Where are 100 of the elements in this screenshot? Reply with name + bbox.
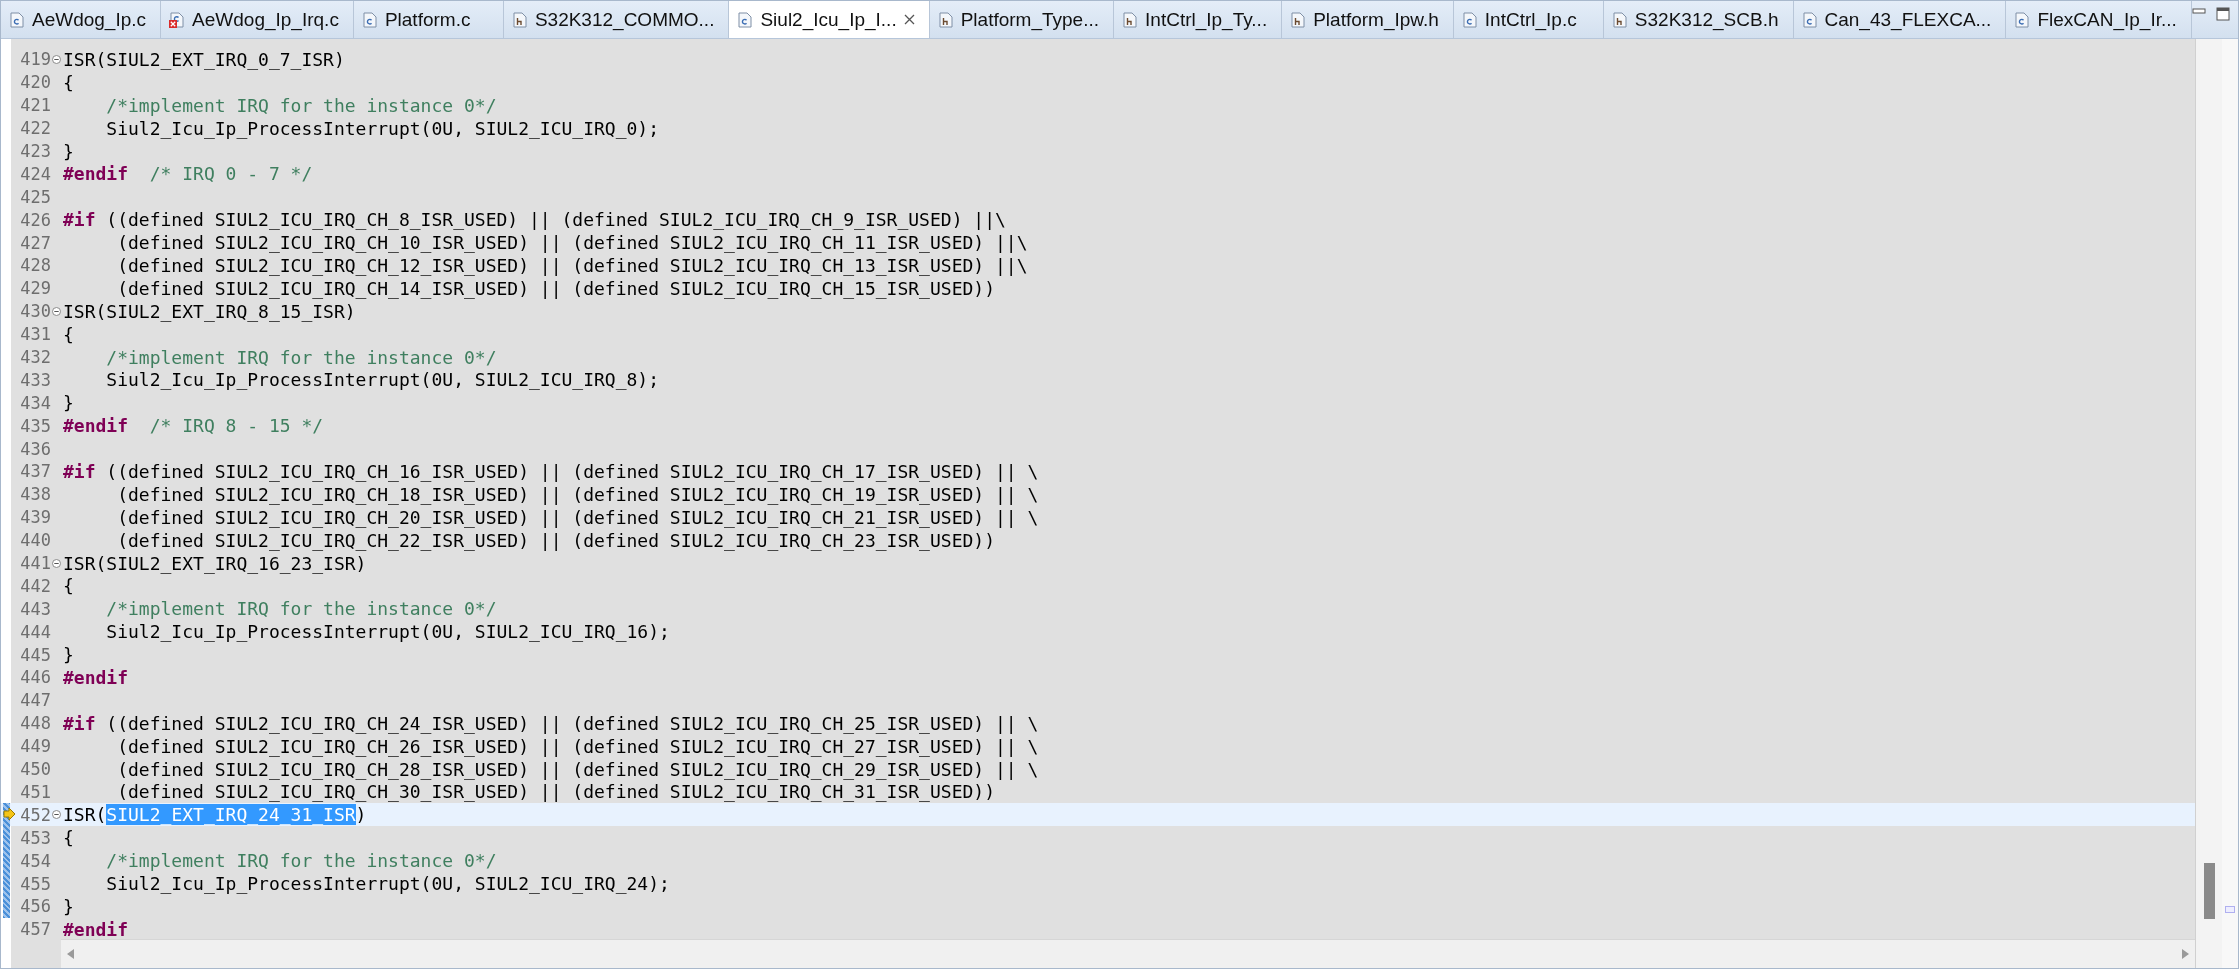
code-line: /*implement IRQ for the instance 0*/ [105,598,497,620]
c-file-icon [2014,11,2031,28]
line-number: 453 [19,827,51,848]
code-line: (defined SIUL2_ICU_IRQ_CH_30_ISR_USED) || (defined SIUL2_ICU_IRQ_CH_31_ISR_USED)) [116,781,995,803]
line-number: 429 [19,278,51,299]
line-number: 450 [19,759,51,780]
header-file-icon [511,11,528,28]
code-line: (defined SIUL2_ICU_IRQ_CH_26_ISR_USED) || (defined SIUL2_ICU_IRQ_CH_27_ISR_USED) || \ [116,735,1039,757]
editor-tab[interactable]: AeWdog_Ip_Irq.c [161,1,354,38]
line-number: 449 [19,736,51,757]
line-number: 432 [19,347,51,367]
line-number: 448 [19,713,51,734]
line-number: 456 [19,896,51,917]
code-line: (defined SIUL2_ICU_IRQ_CH_12_ISR_USED) || (defined SIUL2_ICU_IRQ_CH_13_ISR_USED) ||\ [116,254,1028,276]
c-file-icon [1461,11,1478,28]
minimize-icon[interactable] [2191,7,2206,17]
maximize-icon[interactable] [2215,7,2230,21]
close-icon[interactable] [903,14,915,25]
code-line: Siul2_Icu_Ip_ProcessInterrupt(0U, SIUL2_ICU_IRQ_16); [105,621,670,643]
c-file-icon [9,11,25,28]
c-file-icon [737,11,754,28]
code-line: (defined SIUL2_ICU_IRQ_CH_28_ISR_USED) || (defined SIUL2_ICU_IRQ_CH_29_ISR_USED) || \ [116,758,1039,780]
line-number: 457 [19,919,51,939]
line-number: 421 [19,95,51,116]
line-number: 434 [19,392,51,413]
line-number: 451 [19,781,51,802]
code-line: Siul2_Icu_Ip_ProcessInterrupt(0U, SIUL2_ICU_IRQ_24); [105,873,670,894]
code-line: (defined SIUL2_ICU_IRQ_CH_20_ISR_USED) || (defined SIUL2_ICU_IRQ_CH_21_ISR_USED) || \ [116,506,1039,528]
editor-tab[interactable]: S32K312_SCB.h [1603,1,1794,38]
line-number: 423 [19,141,51,161]
c-file-icon [1801,11,1818,28]
code-line: (defined SIUL2_ICU_IRQ_CH_10_ISR_USED) || (defined SIUL2_ICU_IRQ_CH_11_ISR_USED) ||\ [116,232,1028,254]
line-number: 445 [19,644,51,665]
collapse-icon[interactable] [51,810,61,820]
editor-tab[interactable]: Can_43_FLEXCA... [1793,1,2007,38]
code-line: #endif /* IRQ 0 - 7 */ [62,163,313,185]
line-number: 447 [19,690,51,711]
line-number: 441 [19,553,51,574]
code-line: (defined SIUL2_ICU_IRQ_CH_18_ISR_USED) || (defined SIUL2_ICU_IRQ_CH_19_ISR_USED) || \ [116,483,1039,505]
line-number: 452 [19,804,51,825]
editor-tab[interactable]: IntCtrl_Ip_Ty... [1114,1,1283,38]
header-file-icon [1611,11,1628,28]
code-line: (defined SIUL2_ICU_IRQ_CH_14_ISR_USED) || (defined SIUL2_ICU_IRQ_CH_15_ISR_USED)) [116,277,995,299]
line-number: 454 [19,850,51,871]
line-number: 433 [19,369,51,390]
editor-tab[interactable]: Platform_Ipw.h [1282,1,1454,38]
code-line: Siul2_Icu_Ip_ProcessInterrupt(0U, SIUL2_ICU_IRQ_8); [105,369,660,391]
code-line: /*implement IRQ for the instance 0*/ [105,346,497,368]
collapse-icon[interactable] [51,54,61,64]
line-number: 436 [19,438,51,459]
line-number: 438 [19,484,51,505]
line-number: 422 [19,118,51,139]
line-number: 455 [19,873,51,894]
line-number: 444 [19,621,51,642]
editor-tab[interactable]: FlexCAN_Ip_Ir... [2006,1,2192,38]
line-number: 440 [19,530,51,551]
collapse-icon[interactable] [51,558,61,568]
code-line: ISR(SIUL2_EXT_IRQ_8_15_ISR) [62,300,356,322]
line-number: 424 [19,163,51,184]
line-number: 427 [19,232,51,253]
editor-tab[interactable]: AeWdog_Ip.c [1,1,162,38]
editor-tab[interactable]: Siul2_Icu_Ip_I... [729,1,930,38]
line-number: 437 [19,461,51,482]
line-number: 430 [19,301,51,322]
line-number: 426 [19,209,51,230]
line-number: 420 [19,72,51,93]
code-line: #endif [62,918,129,939]
code-line: } [62,140,74,162]
editor-tab[interactable]: IntCtrl_Ip.c [1453,1,1604,38]
code-line: { [62,323,74,345]
collapse-icon[interactable] [51,306,61,316]
line-number: 425 [19,186,51,207]
scroll-thumb[interactable] [2203,863,2215,919]
line-number: 442 [19,575,51,596]
line-number: 435 [19,415,51,436]
editor-tab[interactable]: Platform_Type... [929,1,1115,38]
header-file-icon [1122,11,1139,28]
code-line: } [62,895,74,917]
code-line: #if ((defined SIUL2_ICU_IRQ_CH_8_ISR_USED) || (defined SIUL2_ICU_IRQ_CH_9_ISR_USED) ||\ [62,209,1006,231]
error-file-icon [169,11,186,28]
header-file-icon [1290,11,1307,28]
code-line: #if ((defined SIUL2_ICU_IRQ_CH_16_ISR_USED) || (defined SIUL2_ICU_IRQ_CH_17_ISR_USED) || \ [62,460,1039,482]
code-line: #if ((defined SIUL2_ICU_IRQ_CH_24_ISR_USED) || (defined SIUL2_ICU_IRQ_CH_25_ISR_USED) || \ [62,712,1039,734]
editor-tab[interactable]: Platform.c [353,1,504,38]
line-number: 419 [19,49,51,70]
code-line: /*implement IRQ for the instance 0*/ [105,850,497,872]
code-line: #endif [62,667,129,688]
code-line: ISR(SIUL2_EXT_IRQ_0_7_ISR) [62,48,345,70]
line-number: 431 [19,324,51,345]
code-line: { [62,575,74,597]
line-number: 439 [19,507,51,528]
code-line: } [62,644,74,666]
line-number: 443 [19,598,51,619]
line-number: 446 [19,667,51,688]
header-file-icon [937,11,954,28]
line-number: 428 [19,255,51,276]
overview-marker[interactable] [2225,906,2235,913]
code-line: /*implement IRQ for the instance 0*/ [105,94,497,116]
code-line: Siul2_Icu_Ip_ProcessInterrupt(0U, SIUL2_ICU_IRQ_0); [105,117,660,139]
c-file-icon [361,11,378,28]
